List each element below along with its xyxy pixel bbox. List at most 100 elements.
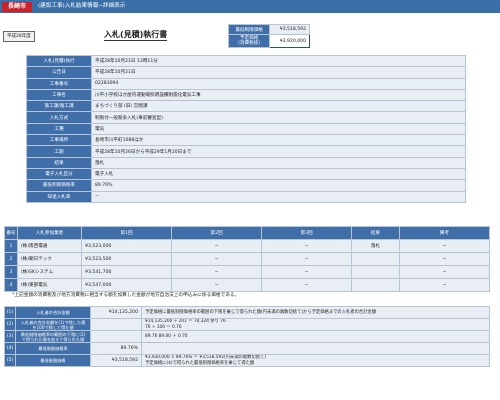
calc-no: (4) [4, 342, 16, 355]
calc-label: 最低制限価格 [15, 354, 91, 367]
estimate-value: ¥3,920,000 [269, 34, 310, 48]
header-title: (建設工事)入札結果情報−詳細表示 [38, 3, 126, 9]
info-row: 公告日 平成28年10月21日 [26, 66, 466, 79]
bid-header-cell: 入札参加業者 [16, 226, 83, 240]
bid-cell-r3: − [261, 239, 353, 253]
calc-row: (5) 最低制限価格 ¥3,518,592 ¥3,920,000 × 89.76% ＝… [4, 354, 490, 367]
calc-no: (5) [4, 354, 16, 367]
bid-table: 番号 入札参加業者 第1回 第2回 第3回 結果 備考 1 (株)南西電通 ¥3,523,000−… [4, 226, 491, 292]
bid-cell-note: − [398, 265, 491, 279]
calc-row: (4) 最低制限価格率 89.76% [4, 342, 490, 355]
price-box: 最低制限価格 ¥3,518,592 予定価格 (消費税抜) ¥3,920,000 [227, 24, 310, 48]
info-value: 平成28年10月26日から平成29年1月20日まで [91, 145, 466, 158]
calc-desc: ¥3,920,000 × 89.76% ＝ ¥3,518,592(円未満の端数切… [141, 354, 490, 367]
calc-amount: ¥3,518,592 [90, 354, 142, 367]
bid-cell-no: 2 [4, 252, 18, 266]
calc-row: (3) 最低制限価格率の範囲の下限に(2)で得られた値を加えて得られた値 89.76… [4, 330, 490, 343]
calc-row: (1) 入札者の合計金額 ¥14,135,200 予定価格に最低制限価格率の範囲の下限… [4, 306, 490, 319]
info-label: 工種 [26, 122, 92, 136]
info-row: 入札(見積)執行 平成28年10月21日 13時11分 [26, 54, 466, 68]
info-value: 89.76% [91, 179, 466, 192]
bid-cell-r1: ¥3,547,000 [81, 278, 173, 292]
bid-cell-r2: − [171, 278, 263, 292]
bid-cell-no: 1 [4, 239, 18, 253]
info-row: 工事名 川平小学校ほか屋内運動場照明設備耐震化電気工事 [26, 88, 466, 102]
estimate-label: 予定価格 (消費税抜) [227, 34, 271, 48]
info-row: 工事番号 02283094 [26, 77, 466, 90]
info-label: 工事場所 [26, 134, 92, 147]
calc-label: 最低制限価格率 [15, 342, 91, 355]
bid-row: 3 (株)SKシステム ¥3,541,700− − − [4, 265, 491, 279]
calc-row: (2) 入札者の合計金額を(1)で除した値を100で除して得た値 ¥14,135,2… [4, 318, 490, 331]
info-value: 電子入札 [91, 167, 466, 181]
info-value: 落札 [91, 156, 466, 169]
info-label: 入札方式 [26, 111, 92, 124]
info-label: 施工課/施工課 [26, 100, 92, 113]
info-table: 入札(見積)執行 平成28年10月21日 13時11分 公告日 平成28年10月21日… [26, 54, 466, 203]
footnote: *上記金額の消費税及び地方消費税に相当する額を加算した金額が地方自治法上の申込み… [12, 293, 240, 298]
calc-label: 最低制限価格率の範囲の下限に(2)で得られた値を加えて得られた値 [15, 330, 91, 343]
info-label: 最低制限価格率 [26, 179, 92, 192]
min-price-label: 最低制限価格 [227, 24, 271, 35]
calc-no: (2) [4, 318, 16, 331]
bid-cell-result: 落札 [351, 239, 400, 253]
calc-desc: 予定価格に最低制限価格率の範囲の下限を乗じて得られた額(円未満の端数切捨て)から… [141, 306, 490, 319]
top-header: 長崎市 (建設工事)入札結果情報−詳細表示 [0, 0, 500, 13]
bid-cell-r3: − [261, 265, 353, 279]
info-label: 工期 [26, 145, 92, 158]
calc-no: (1) [4, 306, 16, 319]
info-row: 結果 落札 [26, 156, 466, 169]
page-title: 入札(見積)執行書 [104, 30, 168, 41]
calc-label: 入札者の合計金額 [15, 306, 91, 319]
calc-desc: ¥14,135,200 ÷ 201 ＝ 70,324 余り 76 76 ÷ 10… [141, 318, 490, 331]
bid-header-cell: 備考 [398, 226, 491, 240]
info-value: 平成28年10月21日 13時11分 [91, 54, 466, 68]
min-price-value: ¥3,518,592 [269, 24, 310, 35]
bid-cell-result [351, 265, 400, 279]
bid-row: 2 (株)朝日テック ¥3,523,500− − − [4, 252, 491, 266]
bid-cell-result [351, 278, 400, 292]
info-value: − [91, 190, 466, 203]
bid-cell-company: (株)朝日テック [16, 252, 83, 266]
info-row: 工種 電気 [26, 122, 466, 136]
info-label: 公告日 [26, 66, 92, 79]
bid-cell-note: − [398, 252, 491, 266]
info-value: 02283094 [91, 77, 466, 90]
bid-header-row: 番号 入札参加業者 第1回 第2回 第3回 結果 備考 [4, 226, 491, 240]
bid-cell-r2: − [171, 252, 263, 266]
calc-no: (3) [4, 330, 16, 343]
city-badge: 長崎市 [2, 1, 32, 12]
info-value: まちづくり部 (旧) 営繕課 [91, 100, 466, 113]
calc-amount: 89.76% [90, 342, 142, 355]
calc-amount [90, 318, 142, 331]
bid-cell-r2: − [171, 265, 263, 279]
bid-header-cell: 第3回 [261, 226, 353, 240]
calc-desc [141, 342, 490, 355]
info-label: 入札(見積)執行 [26, 54, 92, 68]
info-row: 電子入札区分 電子入札 [26, 167, 466, 181]
bid-header-cell: 番号 [4, 226, 18, 240]
info-value: 長崎市川平町1088ほか [91, 134, 466, 147]
info-row: 工事場所 長崎市川平町1088ほか [26, 134, 466, 147]
info-row: 辞退入札率 − [26, 190, 466, 203]
bid-header-cell: 結果 [351, 226, 400, 240]
bid-cell-r1: ¥3,523,500 [81, 252, 173, 266]
bid-cell-company: (株)東部電気 [16, 278, 83, 292]
calc-desc: 89.76 89.00 ＋ 0.76 [141, 330, 490, 343]
bid-cell-r3: − [261, 278, 353, 292]
bid-cell-r1: ¥3,523,000 [81, 239, 173, 253]
bid-header-cell: 第1回 [81, 226, 173, 240]
info-value: 平成28年10月21日 [91, 66, 466, 79]
bid-cell-company: (株)南西電通 [16, 239, 83, 253]
bid-cell-note: − [398, 239, 491, 253]
info-value: 制限付一般競争入札(事前審査型) [91, 111, 466, 124]
calc-amount [90, 330, 142, 343]
info-row: 最低制限価格率 89.76% [26, 179, 466, 192]
bid-cell-r2: − [171, 239, 263, 253]
info-value: 川平小学校ほか屋内運動場照明設備耐震化電気工事 [91, 88, 466, 102]
bid-cell-result [351, 252, 400, 266]
bid-cell-note: − [398, 278, 491, 292]
bid-cell-r3: − [261, 252, 353, 266]
info-label: 電子入札区分 [26, 167, 92, 181]
calc-label: 入札者の合計金額を(1)で除した値を100で除して得た値 [15, 318, 91, 331]
